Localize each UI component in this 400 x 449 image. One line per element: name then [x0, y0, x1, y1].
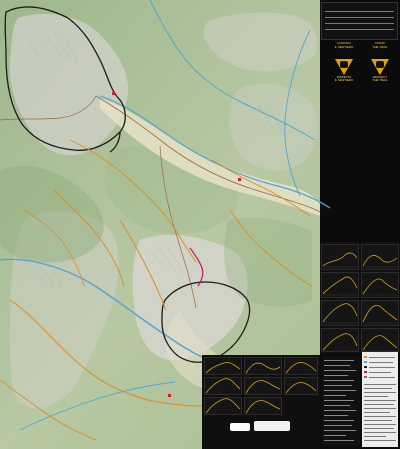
legend-line — [369, 367, 395, 368]
index-line — [324, 425, 352, 426]
legend-swatch — [364, 356, 367, 358]
index-line — [324, 435, 346, 436]
legend-line — [364, 388, 392, 389]
index-line — [324, 395, 346, 396]
index-line — [324, 420, 354, 421]
index-line — [324, 390, 356, 391]
index-line — [324, 385, 352, 386]
legend-line — [364, 440, 396, 441]
legend-line — [364, 392, 396, 393]
index-line — [324, 380, 354, 381]
sponsor-logo-b — [254, 421, 290, 431]
respect-text: THE TRAIL — [372, 78, 388, 82]
index-line — [324, 410, 356, 411]
respect-sign-left: CONOSCI IL SENTIERO RISPETTA IL SENTIERO — [326, 41, 362, 82]
profile-lines — [322, 252, 398, 352]
profiles-bottom-panel — [202, 355, 320, 449]
legend-row — [325, 17, 394, 18]
legend-line — [364, 400, 396, 401]
legend-line — [369, 372, 391, 373]
legend-line — [364, 428, 394, 429]
index-line — [324, 405, 350, 406]
legend-row — [325, 23, 394, 24]
legend-swatch — [364, 376, 367, 378]
index-line — [324, 365, 350, 366]
legend-swatch — [364, 371, 367, 373]
respect-sign-right: KNOW THE TRAIL RESPECT THE TRAIL — [362, 41, 398, 82]
respect-text: IL SENTIERO — [334, 45, 354, 49]
legend-line — [364, 432, 396, 433]
respect-text: IL SENTIERO — [334, 78, 354, 82]
legend-line — [369, 362, 393, 363]
legend-swatch — [364, 366, 367, 368]
legend-line — [364, 436, 386, 437]
index-line — [324, 375, 348, 376]
legend-panel — [321, 2, 398, 40]
map-page: CONOSCI IL SENTIERO RISPETTA IL SENTIERO… — [0, 0, 400, 449]
legend-line — [369, 357, 395, 358]
legend-line — [364, 416, 396, 417]
elevation-profiles-panel — [320, 242, 400, 354]
index-line — [324, 400, 354, 401]
index-line — [324, 430, 356, 431]
legend-row — [325, 29, 394, 30]
legend-line — [364, 396, 388, 397]
index-line — [324, 415, 348, 416]
legend-row — [325, 11, 394, 12]
legend-line — [364, 420, 392, 421]
warning-sign-inner-icon — [340, 61, 348, 68]
legend-swatch — [364, 361, 367, 363]
index-strip — [322, 356, 360, 446]
legend-line — [369, 377, 395, 378]
legend-line — [364, 412, 390, 413]
index-line — [324, 440, 354, 441]
legend-line — [364, 384, 396, 385]
index-line — [324, 370, 356, 371]
legend-line — [364, 404, 394, 405]
legend-line — [364, 424, 396, 425]
sponsor-logos — [230, 417, 294, 435]
legend-line — [364, 408, 396, 409]
respect-text: THE TRAIL — [372, 45, 388, 49]
warning-sign-inner-icon — [376, 61, 384, 68]
map-legend — [362, 352, 398, 447]
sponsor-logo-a — [230, 423, 250, 431]
index-line — [324, 360, 354, 361]
